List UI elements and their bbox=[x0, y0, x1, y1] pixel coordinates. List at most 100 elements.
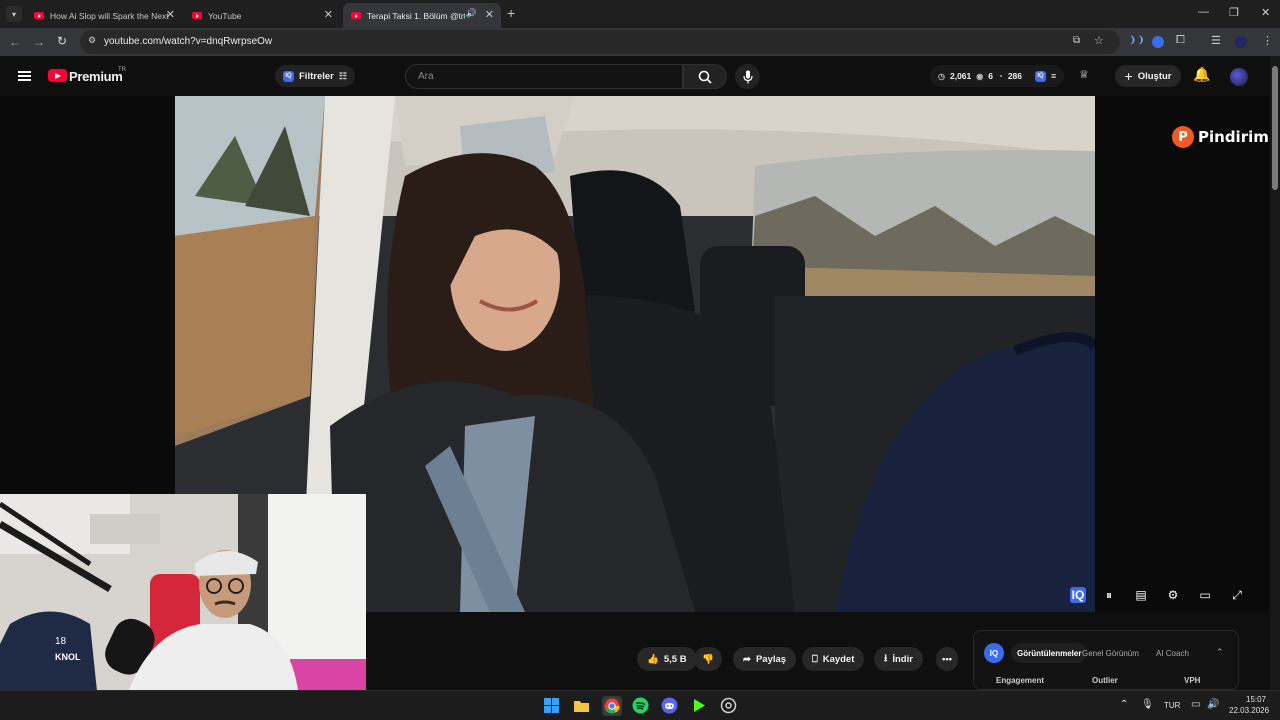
filters-button[interactable]: IQ Filtreler ☷ bbox=[275, 65, 355, 87]
chrome-taskbar-icon[interactable] bbox=[602, 696, 622, 716]
clock-date[interactable]: 22.03.2026 bbox=[1229, 706, 1269, 715]
save-button[interactable]: ⎕ Kaydet bbox=[802, 647, 865, 671]
minimize-button[interactable]: — bbox=[1198, 6, 1209, 18]
browser-tab-2[interactable]: YouTube ✕ bbox=[184, 3, 340, 28]
streaming-app-icon[interactable] bbox=[691, 697, 708, 714]
share-button[interactable]: ➦ Paylaş bbox=[733, 647, 797, 671]
youtube-logo-icon[interactable] bbox=[48, 69, 67, 82]
like-count: 5,5 B bbox=[663, 653, 687, 665]
tab-search-button[interactable]: ▾ bbox=[6, 6, 22, 22]
player-controls: IQ ⏸ ▤ ⚙ ▭ ⤢ bbox=[1070, 586, 1246, 604]
close-tab-icon[interactable]: ✕ bbox=[324, 8, 333, 21]
tray-overflow-icon[interactable]: ⌃ bbox=[1120, 699, 1128, 710]
like-button[interactable]: 👍 5,5 B bbox=[637, 647, 697, 671]
more-dots-icon: ••• bbox=[942, 653, 952, 665]
more-actions-button[interactable]: ••• bbox=[936, 647, 958, 671]
reload-icon[interactable]: ↻ bbox=[57, 34, 67, 48]
profile-avatar-icon[interactable] bbox=[1235, 36, 1247, 48]
eye-icon: ◉ bbox=[976, 71, 984, 81]
hamburger-menu-icon[interactable] bbox=[18, 71, 31, 81]
address-bar-row: ← → ↻ ⚙ youtube.com/watch?v=dnqRwrpseOw … bbox=[0, 28, 1280, 56]
create-button[interactable]: + Oluştur bbox=[1115, 65, 1181, 87]
search-button[interactable] bbox=[683, 64, 727, 89]
start-windows-icon[interactable] bbox=[543, 697, 560, 714]
region-code: TR bbox=[118, 67, 126, 73]
tab-label: AI Coach bbox=[1156, 648, 1189, 658]
likes-count: 286 bbox=[1007, 71, 1023, 81]
app-circle-icon[interactable] bbox=[720, 697, 737, 714]
vidiq-panel: IQ Görüntülenmeler Genel Görünüm AI Coac… bbox=[973, 630, 1239, 690]
theater-mode-icon[interactable]: ▭ bbox=[1196, 586, 1214, 604]
tray-microphone-icon[interactable]: 🎙 bbox=[1141, 699, 1154, 710]
language-indicator[interactable]: TUR bbox=[1164, 701, 1180, 710]
omnibox[interactable]: ⚙ youtube.com/watch?v=dnqRwrpseOw ⧉ ☆ bbox=[80, 30, 1120, 54]
list-icon[interactable]: ≡ bbox=[1051, 71, 1056, 81]
spotify-icon[interactable] bbox=[632, 697, 649, 714]
chrome-menu-icon[interactable]: ⋮ bbox=[1262, 34, 1273, 47]
thumbs-down-icon: 👎 bbox=[702, 653, 714, 665]
brand-label[interactable]: Premium bbox=[69, 69, 123, 84]
search-icon bbox=[698, 70, 712, 84]
restore-button[interactable]: ❐ bbox=[1229, 6, 1239, 19]
notifications-bell-icon[interactable]: 🔔 bbox=[1193, 66, 1210, 83]
thumbs-up-icon: ◔ bbox=[997, 71, 1003, 81]
youtube-favicon-icon bbox=[192, 12, 202, 19]
trophy-icon[interactable]: ♕ bbox=[1079, 68, 1089, 81]
svg-text:18: 18 bbox=[55, 636, 67, 647]
clock-time[interactable]: 15:07 bbox=[1246, 695, 1266, 704]
dislike-button[interactable]: 👎 bbox=[694, 647, 722, 671]
iq-icon: IQ bbox=[283, 70, 294, 82]
autoplay-toggle-icon[interactable]: ⏸ bbox=[1100, 586, 1118, 604]
browser-tab-3[interactable]: Terapi Taksi 1. Bölüm @trtg 🔊 ✕ bbox=[343, 3, 501, 28]
settings-gear-icon[interactable]: ⚙ bbox=[1164, 586, 1182, 604]
browser-tab-1[interactable]: How Ai Slop will Spark the Next ✕ bbox=[26, 3, 182, 28]
network-icon[interactable]: ▭ bbox=[1191, 699, 1200, 710]
extension-audio-icon[interactable]: ❩❩ bbox=[1128, 35, 1145, 46]
collapse-chevron-icon[interactable]: ⌃ bbox=[1216, 647, 1224, 658]
column-outlier: Outlier bbox=[1092, 676, 1118, 685]
watching-count: 6 bbox=[988, 71, 993, 81]
page-scrollbar[interactable] bbox=[1270, 56, 1280, 690]
file-explorer-icon[interactable] bbox=[573, 697, 590, 714]
volume-icon[interactable]: 🔊 bbox=[1207, 699, 1219, 710]
chrome-logo-icon bbox=[604, 698, 620, 714]
extensions-puzzle-icon[interactable]: ⧠ bbox=[1176, 34, 1185, 47]
forward-icon[interactable]: → bbox=[33, 35, 45, 49]
tab-title: How Ai Slop will Spark the Next bbox=[50, 10, 169, 21]
reading-list-icon[interactable]: ☰ bbox=[1211, 34, 1221, 47]
iq-panel-logo-icon: IQ bbox=[984, 643, 1004, 663]
close-window-button[interactable]: ✕ bbox=[1261, 6, 1270, 19]
tab-overview[interactable]: Genel Görünüm bbox=[1076, 643, 1145, 663]
voice-search-button[interactable] bbox=[735, 64, 760, 89]
bookmark-star-icon[interactable]: ☆ bbox=[1094, 34, 1104, 47]
fullscreen-icon[interactable]: ⤢ bbox=[1228, 586, 1246, 604]
back-icon[interactable]: ← bbox=[9, 35, 21, 49]
download-button[interactable]: ⭳ İndir bbox=[874, 647, 923, 671]
url-text[interactable]: youtube.com/watch?v=dnqRwrpseOw bbox=[104, 36, 272, 47]
column-vph: VPH bbox=[1184, 676, 1201, 685]
new-tab-button[interactable]: + bbox=[507, 5, 515, 21]
close-tab-icon[interactable]: ✕ bbox=[166, 8, 175, 21]
subtitles-icon[interactable]: ▤ bbox=[1132, 586, 1150, 604]
avatar[interactable] bbox=[1230, 68, 1248, 86]
watermark-logo: P Pindirim bbox=[1172, 126, 1269, 148]
channel-stats-bar[interactable]: ◷ 2,061 ◉ 6 ◔ 286 IQ ≡ bbox=[930, 65, 1065, 87]
search-input[interactable] bbox=[406, 65, 682, 88]
site-info-icon[interactable]: ⚙ bbox=[88, 35, 96, 46]
share-icon: ➦ bbox=[743, 653, 751, 665]
discord-icon[interactable] bbox=[661, 697, 678, 714]
iq-player-icon[interactable]: IQ bbox=[1070, 587, 1086, 603]
scrollbar-thumb[interactable] bbox=[1272, 66, 1278, 190]
extension-iq-icon[interactable] bbox=[1152, 36, 1164, 48]
column-engagement: Engagement bbox=[996, 676, 1045, 685]
iq-icon[interactable]: IQ bbox=[1035, 70, 1047, 82]
tab-ai-coach[interactable]: AI Coach bbox=[1150, 643, 1195, 663]
youtube-header: Premium TR IQ Filtreler ☷ ◷ 2,061 ◉ 6 ◔ … bbox=[0, 56, 1280, 96]
youtube-favicon-icon bbox=[351, 12, 361, 19]
search-box bbox=[405, 64, 683, 89]
save-label: Kaydet bbox=[822, 653, 855, 665]
install-app-icon[interactable]: ⧉ bbox=[1073, 35, 1080, 46]
speaker-icon[interactable]: 🔊 bbox=[466, 8, 477, 19]
tab-label: Görüntülenmeler bbox=[1017, 648, 1082, 658]
close-tab-icon[interactable]: ✕ bbox=[485, 8, 494, 21]
